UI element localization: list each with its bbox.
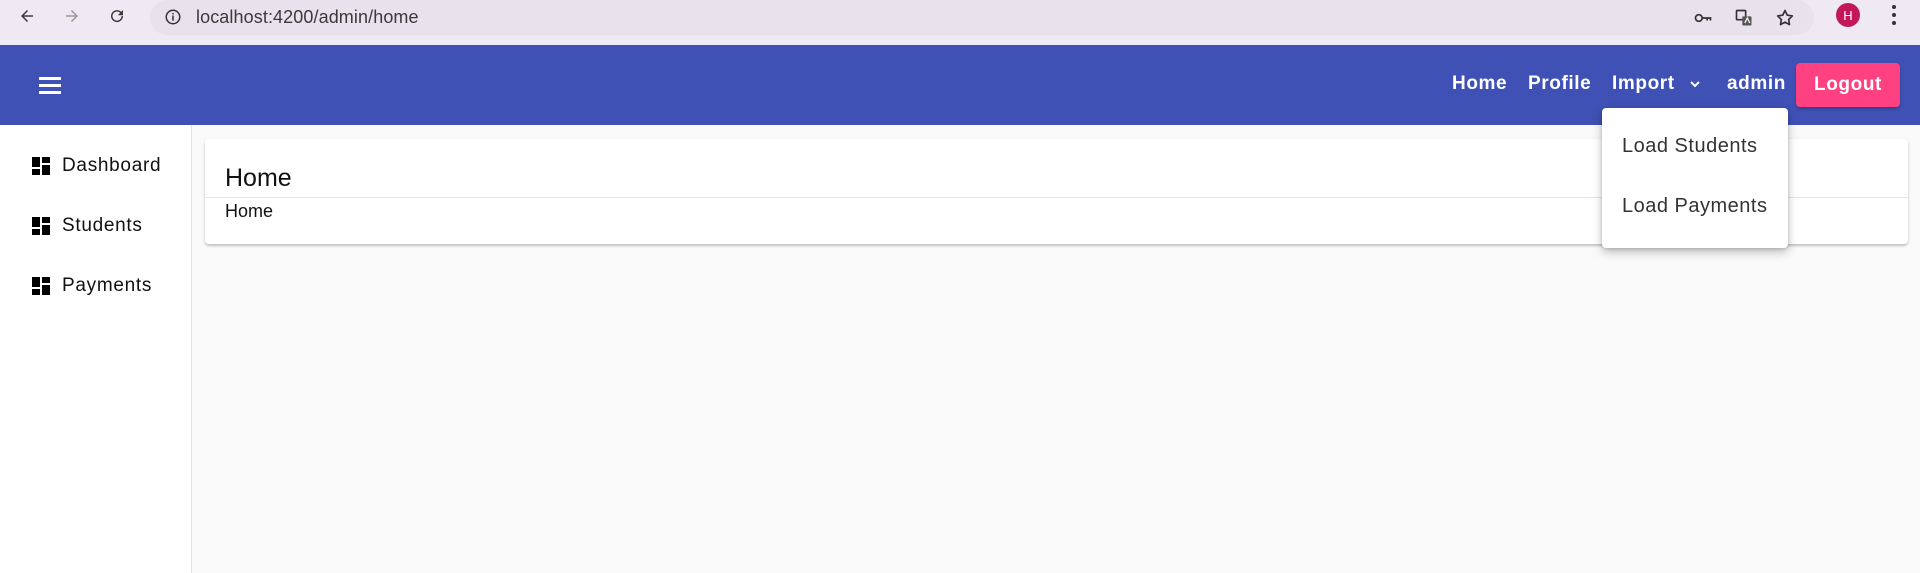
- sidebar-item-label: Payments: [62, 275, 153, 296]
- dashboard-icon: [32, 157, 50, 175]
- nav-home-link[interactable]: Home: [1452, 73, 1507, 95]
- address-bar[interactable]: localhost:4200/admin/home: [150, 0, 1814, 35]
- arrow-left-icon: [21, 10, 33, 22]
- browser-toolbar: localhost:4200/admin/home H: [0, 0, 1920, 45]
- reload-icon: [111, 10, 124, 23]
- url-text[interactable]: localhost:4200/admin/home: [196, 7, 419, 28]
- sidebar: Dashboard Students Payments: [0, 125, 192, 573]
- sidebar-item-students[interactable]: Students: [0, 205, 191, 245]
- dashboard-icon: [32, 277, 50, 295]
- browser-menu-icon[interactable]: [1882, 2, 1906, 28]
- sidebar-item-label: Students: [62, 215, 143, 236]
- bookmark-star-icon[interactable]: [1772, 5, 1798, 31]
- hamburger-menu-icon[interactable]: [30, 65, 70, 105]
- card-content: Home: [225, 201, 274, 221]
- chevron-down-icon[interactable]: [1687, 76, 1703, 92]
- sidebar-item-payments[interactable]: Payments: [0, 265, 191, 305]
- translate-icon[interactable]: [1731, 5, 1757, 31]
- reload-button[interactable]: [103, 2, 131, 30]
- dashboard-icon: [32, 217, 50, 235]
- user-name[interactable]: admin: [1727, 73, 1786, 95]
- nav-import-menu[interactable]: Import: [1612, 73, 1675, 95]
- back-button[interactable]: [13, 2, 41, 30]
- import-dropdown-menu: Load Students Load Payments: [1602, 108, 1788, 248]
- card-title: Home: [225, 164, 292, 192]
- nav-profile-link[interactable]: Profile: [1528, 73, 1591, 95]
- sidebar-item-dashboard[interactable]: Dashboard: [0, 145, 191, 185]
- forward-button[interactable]: [58, 2, 86, 30]
- logout-button[interactable]: Logout: [1796, 63, 1900, 107]
- arrow-right-icon: [66, 10, 78, 22]
- profile-avatar[interactable]: H: [1836, 3, 1860, 27]
- sidebar-item-label: Dashboard: [62, 155, 162, 176]
- password-key-icon[interactable]: [1690, 5, 1716, 31]
- menu-item-load-students[interactable]: Load Students: [1602, 122, 1788, 170]
- site-info-icon[interactable]: [164, 8, 182, 26]
- menu-item-load-payments[interactable]: Load Payments: [1602, 182, 1788, 230]
